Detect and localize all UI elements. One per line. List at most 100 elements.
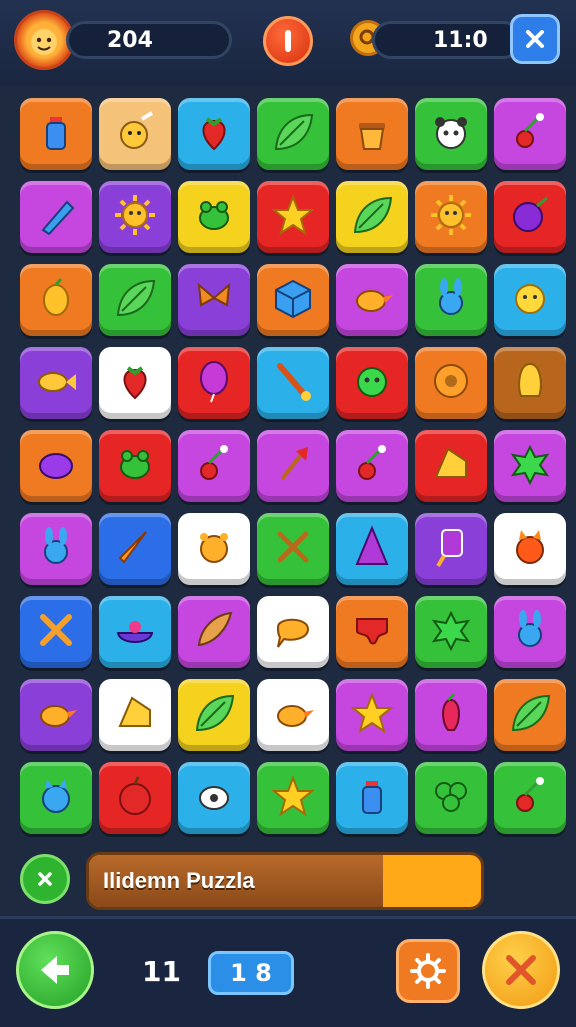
puzzle-tile[interactable] [257, 181, 329, 253]
crossed-sticks-icon [506, 955, 536, 985]
puzzle-tile[interactable] [494, 181, 566, 253]
puzzle-tile[interactable] [336, 264, 408, 336]
pepper-icon [428, 690, 474, 740]
puzzle-tile[interactable] [494, 596, 566, 668]
puzzle-tile[interactable] [494, 347, 566, 419]
close-icon [526, 30, 544, 48]
puzzle-tile[interactable] [20, 513, 92, 585]
popsicle-icon [428, 524, 474, 574]
puzzle-tile[interactable] [415, 513, 487, 585]
puzzle-tile[interactable] [415, 264, 487, 336]
puzzle-tile[interactable] [178, 430, 250, 502]
puzzle-tile[interactable] [178, 98, 250, 170]
puzzle-tile[interactable] [99, 347, 171, 419]
puzzle-tile[interactable] [257, 98, 329, 170]
puzzle-tile[interactable] [257, 264, 329, 336]
strawberry-icon [191, 109, 237, 159]
puzzle-tile[interactable] [336, 679, 408, 751]
frog-icon [112, 441, 158, 491]
pot-icon [349, 109, 395, 159]
butterfly-icon [191, 275, 237, 325]
fox-face-icon [507, 524, 553, 574]
puzzle-board [12, 92, 566, 848]
puzzle-tile[interactable] [20, 679, 92, 751]
settings-button[interactable] [396, 939, 460, 1003]
puzzle-tile[interactable] [494, 430, 566, 502]
puzzle-tile[interactable] [415, 679, 487, 751]
crossed-tools-icon [33, 607, 79, 657]
puzzle-tile[interactable] [336, 596, 408, 668]
puzzle-tile[interactable] [20, 98, 92, 170]
drip-icon [349, 607, 395, 657]
apple-icon [112, 773, 158, 823]
puzzle-tile[interactable] [494, 679, 566, 751]
puzzle-tile[interactable] [178, 596, 250, 668]
gear-icon [410, 953, 446, 989]
puzzle-tile[interactable] [415, 98, 487, 170]
puzzle-tile[interactable] [494, 98, 566, 170]
puzzle-tile[interactable] [494, 762, 566, 834]
cheese-icon [112, 690, 158, 740]
puzzle-tile[interactable] [99, 264, 171, 336]
puzzle-tile[interactable] [99, 679, 171, 751]
puzzle-tile[interactable] [20, 596, 92, 668]
puzzle-tile[interactable] [20, 430, 92, 502]
monster-icon [349, 358, 395, 408]
crossed-sticks-icon [270, 524, 316, 574]
puzzle-tile[interactable] [415, 596, 487, 668]
bird-icon [270, 690, 316, 740]
puzzle-tile[interactable] [257, 347, 329, 419]
puzzle-tile[interactable] [336, 181, 408, 253]
puzzle-tile[interactable] [178, 264, 250, 336]
shuffle-button[interactable] [482, 931, 560, 1009]
leaf-icon [349, 192, 395, 242]
timer-value: 11:0 [433, 27, 488, 53]
puzzle-tile[interactable] [99, 98, 171, 170]
puzzle-tile[interactable] [494, 513, 566, 585]
cat-icon [33, 773, 79, 823]
puzzle-tile[interactable] [257, 762, 329, 834]
puzzle-tile[interactable] [257, 596, 329, 668]
moves-count: 11 [142, 955, 181, 988]
puzzle-tile[interactable] [20, 762, 92, 834]
puzzle-tile[interactable] [415, 181, 487, 253]
puzzle-tile[interactable] [494, 264, 566, 336]
puzzle-tile[interactable] [257, 430, 329, 502]
puzzle-tile[interactable] [336, 513, 408, 585]
hat-icon [349, 524, 395, 574]
player-avatar[interactable] [14, 10, 74, 70]
close-button[interactable] [510, 14, 560, 64]
star-icon [270, 192, 316, 242]
puzzle-tile[interactable] [336, 98, 408, 170]
level-title: Ilidemn Puzzla [103, 868, 255, 893]
puzzle-tile[interactable] [99, 430, 171, 502]
puzzle-tile[interactable] [178, 679, 250, 751]
puzzle-tile[interactable] [99, 596, 171, 668]
puzzle-tile[interactable] [20, 347, 92, 419]
puzzle-tile[interactable] [257, 679, 329, 751]
info-button[interactable] [263, 16, 313, 66]
puzzle-tile[interactable] [336, 347, 408, 419]
puzzle-tile[interactable] [415, 430, 487, 502]
puzzle-tile[interactable] [99, 181, 171, 253]
puzzle-tile[interactable] [336, 430, 408, 502]
puzzle-tile[interactable] [178, 762, 250, 834]
puzzle-tile[interactable] [20, 181, 92, 253]
puzzle-tile[interactable] [178, 347, 250, 419]
puzzle-tile[interactable] [178, 513, 250, 585]
puzzle-tile[interactable] [99, 513, 171, 585]
puzzle-tile[interactable] [257, 513, 329, 585]
dismiss-button[interactable] [20, 854, 70, 904]
level-indicator: 1 8 [208, 951, 294, 995]
puzzle-tile[interactable] [99, 762, 171, 834]
pencil-icon [33, 192, 79, 242]
puzzle-tile[interactable] [178, 181, 250, 253]
puzzle-tile[interactable] [415, 762, 487, 834]
puzzle-tile[interactable] [336, 762, 408, 834]
puzzle-tile[interactable] [20, 264, 92, 336]
bowl-icon [112, 607, 158, 657]
donut-icon [428, 358, 474, 408]
progress-bar: Ilidemn Puzzla [86, 852, 484, 910]
puzzle-tile[interactable] [415, 347, 487, 419]
back-button[interactable] [16, 931, 94, 1009]
